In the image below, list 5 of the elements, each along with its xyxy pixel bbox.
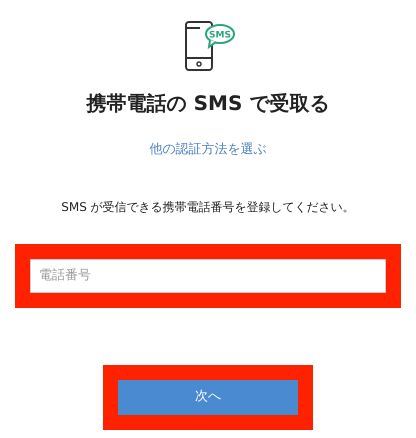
auth-method-link[interactable]: 他の認証方法を選ぶ	[150, 140, 266, 160]
instruction-text: SMS が受信できる携帯電話番号を登録してください。	[61, 198, 355, 216]
page-title: 携帯電話の SMS で受取る	[86, 90, 330, 117]
phone-number-field[interactable]: 電話番号	[30, 258, 386, 292]
next-button[interactable]: 次へ	[118, 380, 298, 414]
